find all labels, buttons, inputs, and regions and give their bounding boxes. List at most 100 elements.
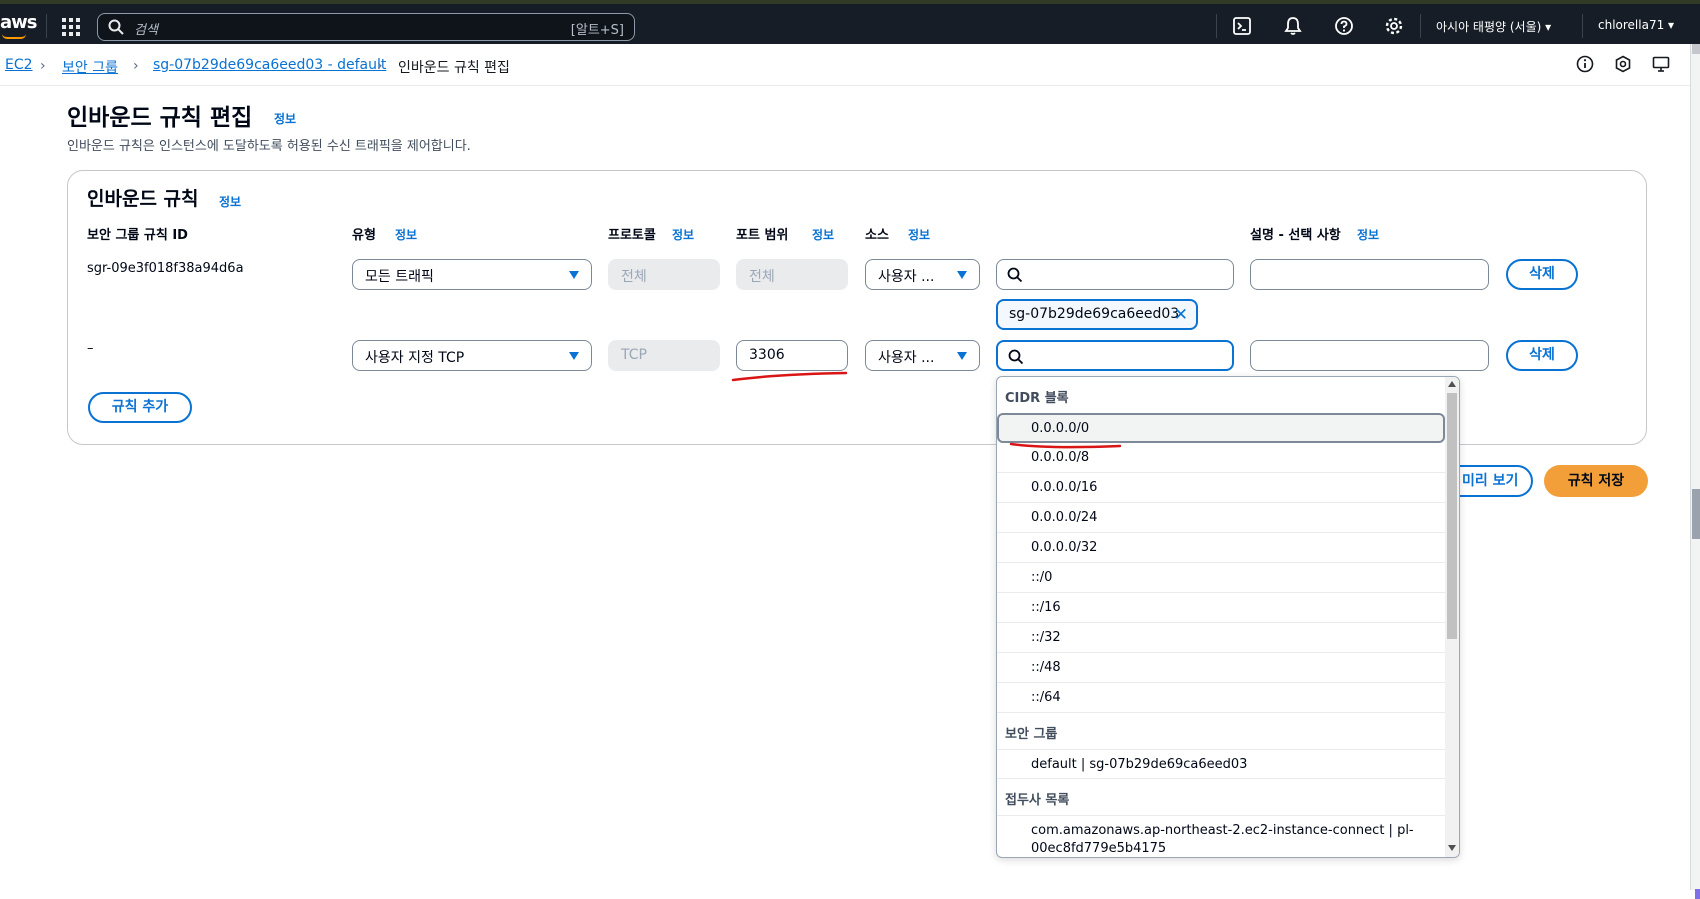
page-info-link[interactable]: 정보: [274, 110, 296, 127]
description-input[interactable]: [1250, 340, 1489, 371]
search-icon: [108, 19, 124, 35]
gear-icon[interactable]: [1384, 16, 1404, 36]
scroll-up-icon[interactable]: [1448, 381, 1456, 387]
type-value: 사용자 지정 TCP: [365, 350, 465, 366]
chevron-right-icon: ›: [377, 58, 383, 74]
panel-title: 인바운드 규칙: [87, 188, 199, 210]
dropdown-group-label: 접두사 목록: [1005, 793, 1070, 808]
type-select[interactable]: 모든 트래픽: [352, 259, 592, 290]
dropdown-option[interactable]: 0.0.0.0/0: [997, 413, 1445, 443]
close-icon[interactable]: ✕: [1174, 305, 1188, 325]
dropdown-option[interactable]: 0.0.0.0/32: [997, 533, 1445, 563]
aws-logo[interactable]: aws: [0, 12, 37, 33]
screen-icon[interactable]: [1652, 55, 1670, 73]
bell-icon[interactable]: [1283, 16, 1303, 36]
breadcrumb: EC2 › 보안 그룹 › sg-07b29de69ca6eed03 - def…: [0, 44, 1690, 86]
search-shortcut: [알트+S]: [570, 23, 624, 38]
red-underline-annotation: [731, 371, 848, 382]
region-selector[interactable]: 아시아 태평양 (서울) ▾: [1436, 18, 1551, 35]
search-icon: [1008, 349, 1024, 365]
delete-button[interactable]: 삭제: [1506, 259, 1578, 290]
dropdown-scrollbar[interactable]: [1445, 377, 1459, 857]
port-range-value: 3306: [749, 347, 785, 363]
top-navigation: aws 검색 [알트+S] 아시아 태평양 (서울) ▾ chlorella71…: [0, 0, 1700, 44]
dropdown-option[interactable]: ::/0: [997, 563, 1445, 593]
aws-logo-smile: [2, 34, 26, 39]
help-icon[interactable]: [1334, 16, 1354, 36]
scrollbar-marker: [1695, 889, 1700, 899]
chevron-right-icon: ›: [133, 58, 139, 74]
page-description: 인바운드 규칙은 인스턴스에 도달하도록 허용된 수신 트래픽을 제어합니다.: [67, 139, 471, 154]
cloudshell-icon[interactable]: [1232, 16, 1252, 36]
description-info-link[interactable]: 정보: [1357, 226, 1379, 243]
add-rule-button[interactable]: 규칙 추가: [88, 392, 192, 423]
apps-grid-icon[interactable]: [62, 18, 80, 36]
scrollbar-marker: [1692, 489, 1700, 539]
dropdown-group-label: 보안 그룹: [1005, 727, 1058, 742]
source-type-select[interactable]: 사용자 ...: [865, 259, 980, 290]
description-input[interactable]: [1250, 259, 1489, 290]
nav-divider: [1582, 14, 1583, 38]
source-type-select[interactable]: 사용자 ...: [865, 340, 980, 371]
protocol-field: 전체: [608, 259, 720, 290]
source-token-label: sg-07b29de69ca6eed03: [1009, 306, 1180, 322]
chevron-right-icon: ›: [40, 58, 46, 74]
breadcrumb-security-group[interactable]: sg-07b29de69ca6eed03 - default: [153, 57, 386, 73]
save-rules-button[interactable]: 규칙 저장: [1544, 465, 1648, 497]
source-type-value: 사용자 ...: [878, 350, 935, 366]
search-placeholder: 검색: [134, 23, 158, 38]
column-header-port-range: 포트 범위: [736, 228, 789, 243]
port-range-input[interactable]: 3306: [736, 340, 848, 371]
rule-id: sgr-09e3f018f38a94d6a: [87, 261, 244, 276]
column-header-rule-id: 보안 그룹 규칙 ID: [87, 228, 188, 243]
nav-divider: [46, 14, 47, 38]
source-search-input[interactable]: [996, 340, 1234, 371]
type-value: 모든 트래픽: [365, 269, 434, 285]
dropdown-option[interactable]: 0.0.0.0/24: [997, 503, 1445, 533]
account-menu[interactable]: chlorella71 ▾: [1598, 18, 1674, 32]
caret-down-icon: [569, 271, 579, 279]
dropdown-option[interactable]: ::/32: [997, 623, 1445, 653]
type-select[interactable]: 사용자 지정 TCP: [352, 340, 592, 371]
source-info-link[interactable]: 정보: [908, 226, 930, 243]
nav-divider: [1216, 14, 1217, 38]
breadcrumb-ec2[interactable]: EC2: [5, 57, 33, 73]
port-range-field: 전체: [736, 259, 848, 290]
protocol-value: TCP: [621, 347, 647, 363]
page-scrollbar[interactable]: [1690, 44, 1700, 899]
page-title: 인바운드 규칙 편집: [67, 105, 253, 131]
scrollbar-thumb[interactable]: [1447, 393, 1457, 639]
dropdown-option[interactable]: com.amazonaws.ap-northeast-2.ec2-instanc…: [997, 815, 1445, 857]
source-token: sg-07b29de69ca6eed03 ✕: [996, 299, 1198, 330]
caret-down-icon: [957, 271, 967, 279]
search-icon: [1007, 267, 1023, 283]
dropdown-option[interactable]: 0.0.0.0/16: [997, 473, 1445, 503]
caret-down-icon: [569, 352, 579, 360]
panel-info-link[interactable]: 정보: [219, 193, 241, 210]
dropdown-option[interactable]: default | sg-07b29de69ca6eed03: [997, 749, 1445, 779]
source-search-input[interactable]: [996, 259, 1234, 290]
column-header-protocol: 프로토콜: [608, 228, 656, 243]
protocol-field: TCP: [608, 340, 720, 371]
dropdown-group-label: CIDR 블록: [1005, 391, 1069, 406]
column-header-type: 유형: [352, 228, 376, 243]
scroll-down-icon[interactable]: [1448, 845, 1456, 851]
port-info-link[interactable]: 정보: [812, 226, 834, 243]
protocol-info-link[interactable]: 정보: [672, 226, 694, 243]
dropdown-option[interactable]: ::/48: [997, 653, 1445, 683]
caret-down-icon: [957, 352, 967, 360]
delete-button[interactable]: 삭제: [1506, 340, 1578, 371]
breadcrumb-current: 인바운드 규칙 편집: [398, 60, 510, 76]
port-range-value: 전체: [749, 269, 775, 285]
protocol-value: 전체: [621, 269, 647, 285]
info-icon[interactable]: [1576, 55, 1594, 73]
hexagon-icon[interactable]: [1614, 55, 1632, 73]
type-info-link[interactable]: 정보: [395, 226, 417, 243]
column-header-source: 소스: [865, 228, 889, 243]
dropdown-option[interactable]: ::/64: [997, 683, 1445, 713]
scrollbar-thumb[interactable]: [1692, 44, 1700, 54]
dropdown-option[interactable]: ::/16: [997, 593, 1445, 623]
rule-id: –: [87, 341, 94, 356]
breadcrumb-security-groups[interactable]: 보안 그룹: [62, 57, 118, 77]
global-search-input[interactable]: 검색 [알트+S]: [97, 13, 635, 41]
